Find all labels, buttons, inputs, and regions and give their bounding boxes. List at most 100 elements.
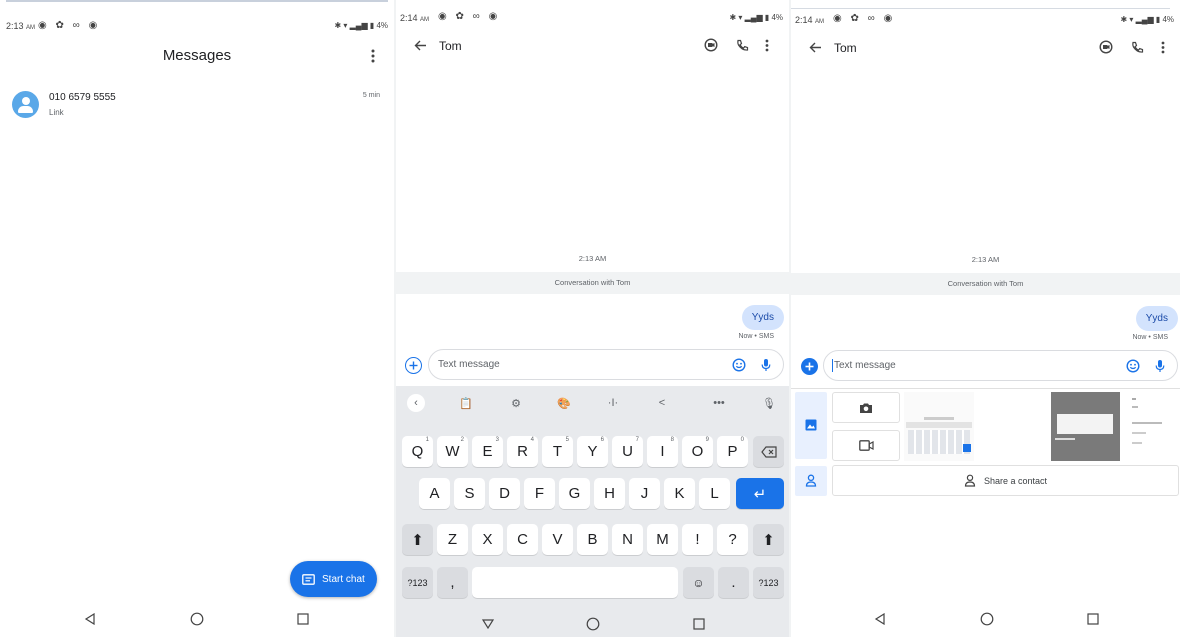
key-label: U [622, 443, 633, 460]
nav-recents-icon[interactable] [689, 614, 709, 634]
more-options-icon[interactable] [364, 47, 382, 65]
key-number-hint: 6 [600, 437, 604, 443]
key-s[interactable]: S [454, 478, 485, 509]
key-x[interactable]: X [472, 524, 503, 555]
emoji-key[interactable]: ☺ [683, 567, 714, 598]
camera-button[interactable] [832, 392, 900, 423]
key-r[interactable]: R4 [507, 436, 538, 467]
nav-back-icon[interactable] [478, 614, 498, 634]
key-question[interactable]: ? [717, 524, 748, 555]
back-arrow-icon[interactable] [806, 39, 824, 55]
shift-key-left[interactable]: ⬆ [402, 524, 433, 555]
key-i[interactable]: I8 [647, 436, 678, 467]
add-attachment-icon[interactable] [405, 357, 422, 374]
share-contact-button[interactable]: Share a contact [832, 465, 1179, 496]
phone-call-icon[interactable] [1128, 39, 1146, 55]
key-w[interactable]: W2 [437, 436, 468, 467]
key-l[interactable]: L [699, 478, 730, 509]
keyboard-mic-icon[interactable]: 🎙 [760, 394, 778, 412]
text-cursor-icon[interactable]: ·I· [604, 394, 622, 412]
gallery-thumbnail[interactable] [1124, 392, 1179, 461]
nav-home-icon[interactable] [977, 609, 997, 629]
status-right: ✱ ▾ ▂▄▆ ▮ 4% [334, 21, 388, 30]
enter-key[interactable]: ↵ [736, 478, 784, 509]
key-z[interactable]: Z [437, 524, 468, 555]
nav-home-icon[interactable] [583, 614, 603, 634]
key-number-hint: 0 [740, 437, 744, 443]
emoji-icon[interactable] [1125, 358, 1141, 374]
status-time: 2:14 AM [400, 13, 430, 23]
key-t[interactable]: T5 [542, 436, 573, 467]
notification-icons: ◉ ✿ ∞ ◉ [38, 20, 101, 31]
key-label: K [674, 485, 685, 502]
message-input[interactable]: Text message [823, 350, 1178, 381]
period-key[interactable]: . [718, 567, 749, 598]
key-n[interactable]: N [612, 524, 643, 555]
message-timestamp: 2:13 AM [578, 254, 607, 263]
key-j[interactable]: J [629, 478, 660, 509]
key-f[interactable]: F [524, 478, 555, 509]
gallery-thumbnail[interactable] [981, 392, 1051, 461]
key-k[interactable]: K [664, 478, 695, 509]
share-icon[interactable]: < [653, 394, 671, 412]
key-e[interactable]: E3 [472, 436, 503, 467]
nav-back-icon[interactable] [870, 609, 890, 629]
message-bubble[interactable]: Yyds [741, 305, 784, 330]
more-tools-icon[interactable]: ••• [710, 394, 728, 412]
clipboard-icon[interactable]: 📋 [457, 394, 475, 412]
system-nav-bar [791, 601, 1180, 637]
gallery-tab[interactable] [795, 392, 827, 459]
phone-call-icon[interactable] [733, 37, 751, 53]
conversation-keyboard-screen: 2:14 AM ◉ ✿ ∞ ◉ ✱ ▾ ▂▄▆ ▮ 4% Tom 2:13 AM… [396, 0, 789, 637]
symbols-key-right[interactable]: ?123 [753, 567, 784, 598]
video-call-icon[interactable] [702, 37, 720, 53]
nav-back-icon[interactable] [80, 609, 100, 629]
key-p[interactable]: P0 [717, 436, 748, 467]
key-d[interactable]: D [489, 478, 520, 509]
key-a[interactable]: A [419, 478, 450, 509]
key-label: J [640, 485, 649, 502]
keyboard-collapse-icon[interactable]: ‹ [407, 394, 425, 412]
microphone-icon[interactable] [1152, 358, 1168, 374]
message-input[interactable]: Text message [428, 349, 784, 380]
emoji-icon[interactable] [731, 357, 747, 373]
theme-palette-icon[interactable]: 🎨 [555, 394, 573, 412]
nav-recents-icon[interactable] [1083, 609, 1103, 629]
start-chat-button[interactable]: Start chat [290, 561, 377, 597]
symbols-key[interactable]: ?123 [402, 567, 433, 598]
contact-tab[interactable] [795, 466, 827, 496]
key-g[interactable]: G [559, 478, 590, 509]
nav-home-icon[interactable] [187, 609, 207, 629]
key-c[interactable]: C [507, 524, 538, 555]
more-options-icon[interactable] [1157, 39, 1169, 55]
shift-key-right[interactable]: ⬆ [753, 524, 784, 555]
key-o[interactable]: O9 [682, 436, 713, 467]
gallery-thumbnail[interactable] [904, 392, 974, 461]
message-input-placeholder: Text message [834, 360, 896, 371]
key-q[interactable]: Q1 [402, 436, 433, 467]
key-v[interactable]: V [542, 524, 573, 555]
comma-key[interactable]: , [437, 567, 468, 598]
video-record-button[interactable] [832, 430, 900, 461]
microphone-icon[interactable] [758, 357, 774, 373]
nav-recents-icon[interactable] [293, 609, 313, 629]
space-key[interactable] [472, 567, 678, 598]
notification-icons: ◉ ✿ ∞ ◉ [438, 11, 501, 22]
key-u[interactable]: U7 [612, 436, 643, 467]
backspace-key[interactable] [753, 436, 784, 467]
more-options-icon[interactable] [761, 37, 773, 53]
key-m[interactable]: M [647, 524, 678, 555]
key-label: O [691, 443, 704, 460]
key-y[interactable]: Y6 [577, 436, 608, 467]
back-arrow-icon[interactable] [411, 37, 429, 53]
key-h[interactable]: H [594, 478, 625, 509]
gallery-thumbnail[interactable] [1051, 392, 1120, 461]
settings-gear-icon[interactable]: ⚙ [507, 394, 525, 412]
key-exclam[interactable]: ! [682, 524, 713, 555]
message-bubble[interactable]: Yyds [1135, 306, 1178, 331]
conversation-list-item[interactable]: 010 6579 5555 Link 5 min [10, 88, 380, 124]
key-label: W [445, 443, 460, 460]
video-call-icon[interactable] [1097, 39, 1115, 55]
key-b[interactable]: B [577, 524, 608, 555]
add-attachment-icon[interactable] [801, 358, 818, 375]
